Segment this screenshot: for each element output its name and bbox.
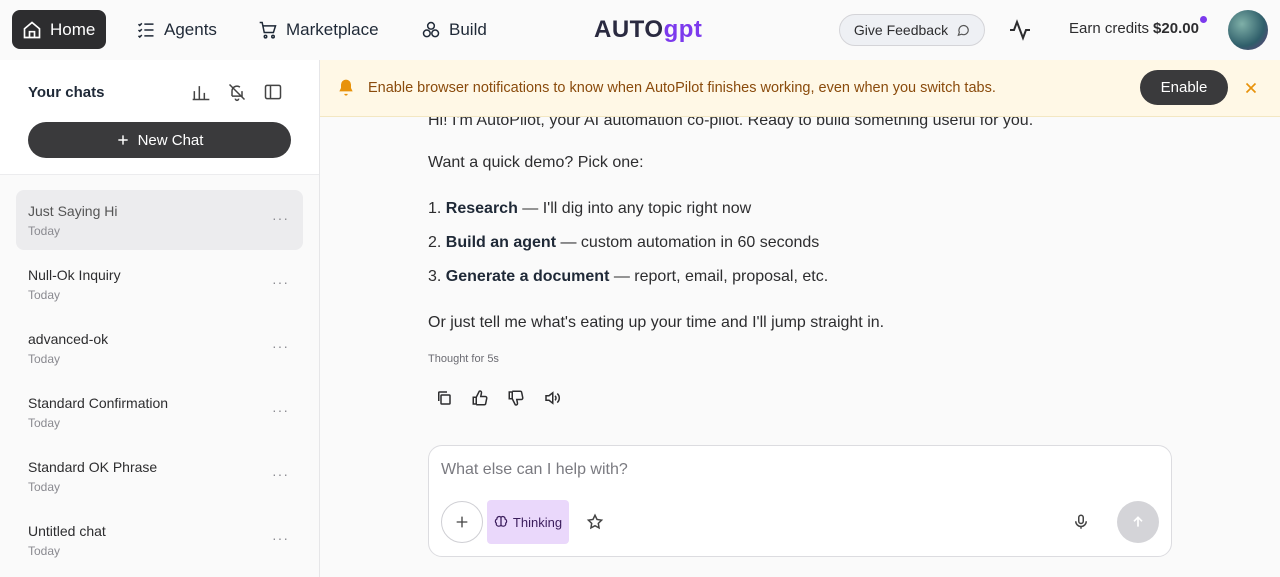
more-options-icon[interactable]: ··· (272, 210, 289, 226)
send-button[interactable] (1117, 501, 1159, 543)
option-title: Generate a document (445, 268, 610, 285)
give-feedback-button[interactable]: Give Feedback (839, 14, 985, 46)
chat-title: Standard Confirmation (28, 395, 169, 411)
option-desc: — custom automation in 60 seconds (556, 234, 820, 251)
new-chat-button[interactable]: New Chat (28, 122, 291, 158)
chat-title: Standard OK Phrase (28, 459, 158, 475)
nav-marketplace[interactable]: Marketplace (248, 10, 389, 49)
home-icon (23, 20, 41, 38)
brain-icon (494, 515, 508, 527)
list-check-icon (137, 22, 154, 38)
chat-date: Today (28, 288, 61, 302)
option-number: 2. (428, 234, 442, 251)
thought-duration[interactable]: Thought for 5s (428, 353, 499, 365)
chat-title: Just Saying Hi (28, 203, 118, 219)
chat-date: Today (28, 416, 61, 430)
bell-icon (339, 79, 353, 96)
sidebar-title: Your chats (28, 84, 105, 101)
option-title: Build an agent (445, 234, 557, 251)
more-options-icon[interactable]: ··· (272, 338, 289, 354)
credits-value: $20.00 (1153, 20, 1199, 37)
more-options-icon[interactable]: ··· (272, 274, 289, 290)
cart-icon (259, 21, 277, 39)
copy-icon[interactable] (435, 389, 453, 407)
attach-button[interactable] (441, 501, 483, 543)
assistant-closing: Or just tell me what's eating up your ti… (428, 314, 885, 331)
nav-home[interactable]: Home (12, 10, 106, 49)
star-icon[interactable] (586, 513, 604, 531)
chat-list-item[interactable]: Standard OK Phrase Today ··· (16, 446, 303, 506)
option-title: Research (445, 200, 518, 217)
new-chat-label: New Chat (137, 131, 204, 149)
microphone-icon[interactable] (1072, 513, 1090, 531)
bar-chart-icon[interactable] (191, 82, 211, 102)
chat-list-item[interactable]: advanced-ok Today ··· (16, 318, 303, 378)
close-icon[interactable] (1242, 79, 1260, 97)
nav-build-label: Build (449, 19, 487, 39)
logo-text-gpt: gpt (663, 16, 703, 43)
activity-icon[interactable] (1008, 18, 1032, 42)
plus-icon (117, 135, 128, 145)
assistant-intro: Hi! I'm AutoPilot, your AI automation co… (428, 117, 1034, 129)
option-desc: — I'll dig into any topic right now (517, 200, 752, 217)
earn-credits-label: Earn credits (1069, 20, 1150, 37)
nav-agents-label: Agents (164, 19, 217, 39)
chat-list-item[interactable]: Untitled chat Today ··· (16, 510, 303, 570)
sidebar: Your chats New Chat Just Saying Hi Today… (0, 60, 320, 577)
option-number: 1. (428, 200, 442, 217)
thumbs-down-icon[interactable] (507, 389, 525, 407)
thumbs-up-icon[interactable] (471, 389, 489, 407)
nav-build[interactable]: Build (411, 10, 497, 49)
chat-date: Today (28, 224, 61, 238)
bell-off-icon[interactable] (227, 82, 247, 102)
thinking-toggle[interactable]: Thinking (487, 500, 569, 544)
chat-list-item[interactable]: Just Saying Hi Today ··· (16, 190, 303, 250)
message-input[interactable] (441, 460, 1141, 480)
nav-agents[interactable]: Agents (126, 10, 227, 49)
notification-dot (1200, 16, 1207, 23)
thinking-label: Thinking (512, 514, 563, 530)
chat-bubble-icon (957, 24, 969, 37)
plus-icon (456, 516, 468, 528)
message-composer: Thinking (428, 445, 1172, 557)
chat-list-item[interactable]: Standard Confirmation Today ··· (16, 382, 303, 442)
option-desc: — report, email, proposal, etc. (609, 268, 829, 285)
chat-title: Null-Ok Inquiry (28, 267, 121, 283)
chat-date: Today (28, 544, 61, 558)
chat-date: Today (28, 480, 61, 494)
demo-option: 1. Research — I'll dig into any topic ri… (428, 200, 751, 218)
demo-prompt: Want a quick demo? Pick one: (428, 154, 644, 171)
chat-area: Hi! I'm AutoPilot, your AI automation co… (320, 117, 1280, 577)
earn-credits[interactable]: Earn credits $20.00 (1069, 20, 1199, 37)
more-options-icon[interactable]: ··· (272, 466, 289, 482)
give-feedback-label: Give Feedback (853, 22, 949, 38)
top-nav: Home Agents Marketplace Build AUTO gpt Gi… (0, 0, 1280, 60)
cubes-icon (422, 21, 440, 37)
autogpt-logo[interactable]: AUTO gpt (594, 8, 702, 52)
banner-text: Enable browser notifications to know whe… (368, 80, 996, 96)
sidebar-toggle-icon[interactable] (263, 82, 283, 102)
chat-list-item[interactable]: Null-Ok Inquiry Today ··· (16, 254, 303, 314)
speaker-icon[interactable] (543, 389, 561, 407)
logo-text-auto: AUTO (594, 16, 664, 43)
avatar[interactable] (1228, 10, 1268, 50)
nav-home-label: Home (50, 19, 96, 39)
enable-notifications-button[interactable]: Enable (1140, 70, 1228, 105)
sidebar-header: Your chats New Chat (0, 60, 319, 175)
demo-option: 2. Build an agent — custom automation in… (428, 234, 819, 252)
option-number: 3. (428, 268, 442, 285)
notification-banner: Enable browser notifications to know whe… (320, 60, 1280, 117)
arrow-up-icon (1133, 516, 1143, 527)
chat-title: advanced-ok (28, 331, 109, 347)
chat-title: Untitled chat (28, 523, 106, 539)
nav-marketplace-label: Marketplace (286, 19, 379, 39)
demo-option: 3. Generate a document — report, email, … (428, 268, 828, 286)
more-options-icon[interactable]: ··· (272, 530, 289, 546)
chat-date: Today (28, 352, 61, 366)
more-options-icon[interactable]: ··· (272, 402, 289, 418)
